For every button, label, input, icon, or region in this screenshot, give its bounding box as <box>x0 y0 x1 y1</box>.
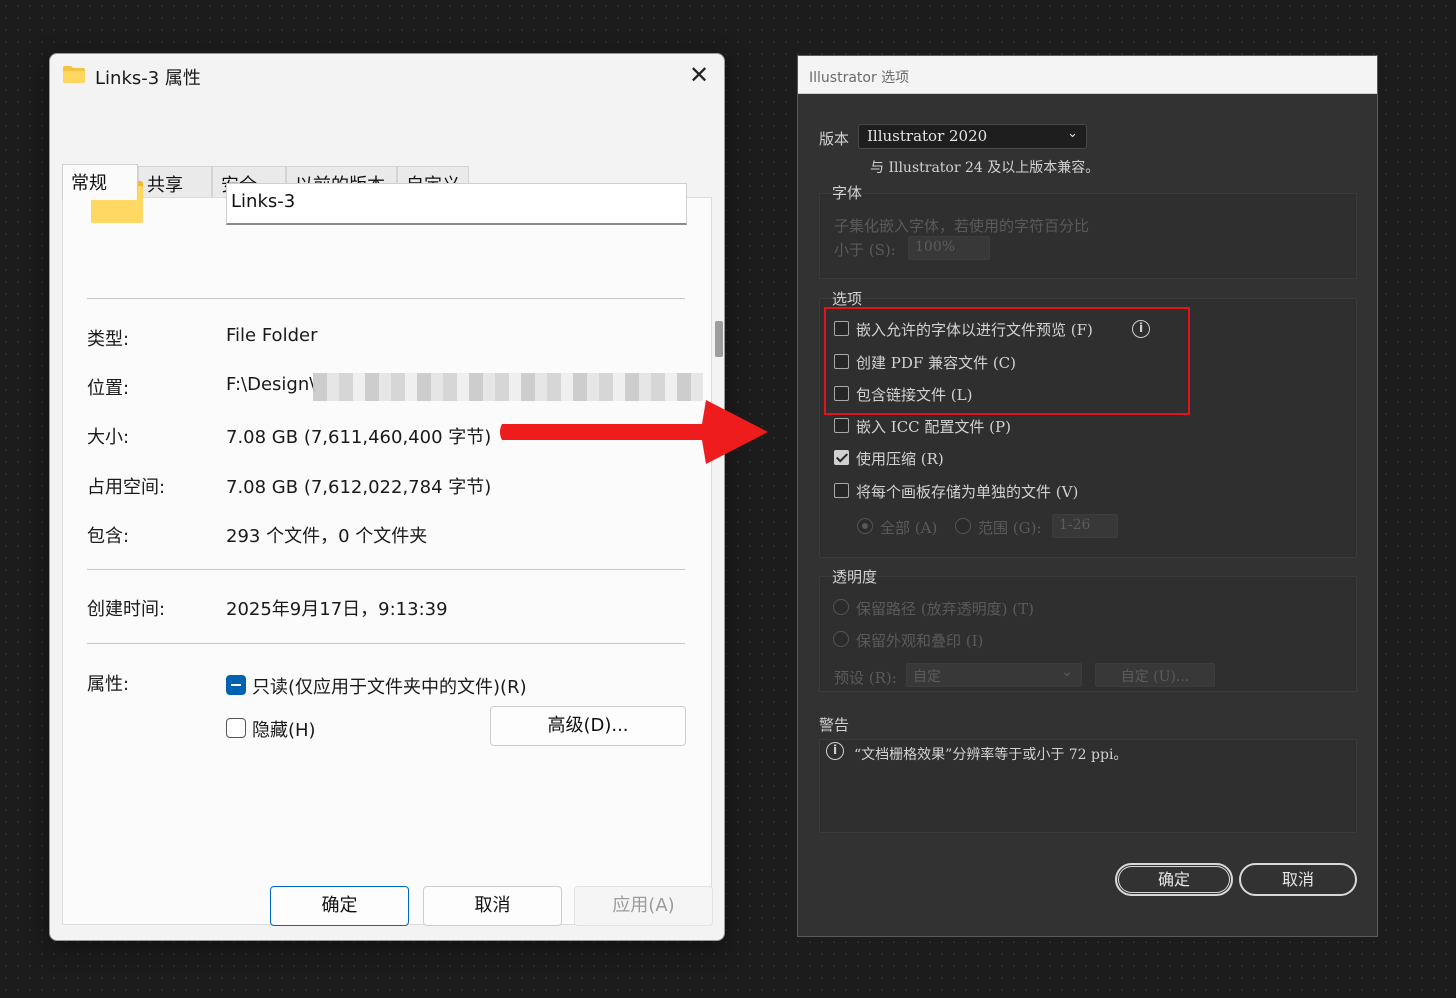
embed-icc-checkbox[interactable] <box>834 418 849 433</box>
advanced-button[interactable]: 高级(D)... <box>490 706 686 746</box>
size-on-disk-label: 占用空间: <box>87 477 166 498</box>
general-panel: 类型: File Folder 位置: F:\Design\ 大小: 7.08 … <box>62 177 712 925</box>
warnings-title: 警告 <box>819 716 850 734</box>
all-artboards-radio[interactable] <box>857 518 873 534</box>
transparency-group-title: 透明度 <box>832 568 878 586</box>
red-arrow-annotation <box>500 400 768 464</box>
range-radio[interactable] <box>955 518 971 534</box>
preserve-paths-label: 保留路径 (放弃透明度) (T) <box>856 600 1034 618</box>
tab-sharing[interactable]: 共享 <box>138 166 212 198</box>
hidden-checkbox[interactable] <box>226 718 246 738</box>
folder-name-input[interactable] <box>226 183 687 225</box>
cancel-button[interactable]: 取消 <box>423 886 562 926</box>
created-value: 2025年9月17日，9:13:39 <box>226 599 448 620</box>
ai-title-bar: Illustrator 选项 <box>798 56 1377 94</box>
highlight-box <box>824 307 1190 415</box>
preserve-appearance-label: 保留外观和叠印 (I) <box>856 632 984 650</box>
contains-value: 293 个文件，0 个文件夹 <box>226 526 428 547</box>
readonly-checkbox[interactable] <box>226 675 246 695</box>
compat-note: 与 Illustrator 24 及以上版本兼容。 <box>870 160 1100 176</box>
font-group <box>819 193 1357 279</box>
type-value: File Folder <box>226 325 318 346</box>
tab-general[interactable]: 常规 <box>62 164 138 200</box>
percent-input[interactable]: 100% <box>908 236 990 260</box>
size-value: 7.08 GB (7,611,460,400 字节) <box>226 427 492 448</box>
embed-icc-label[interactable]: 嵌入 ICC 配置文件 (P) <box>856 416 1011 437</box>
ai-cancel-button[interactable]: 取消 <box>1239 863 1357 896</box>
divider <box>87 643 685 644</box>
save-artboards-checkbox[interactable] <box>834 483 849 498</box>
chevron-down-icon: ⌄ <box>1061 664 1073 680</box>
created-label: 创建时间: <box>87 599 166 620</box>
title-bar: Links-3 属性 ✕ <box>50 54 724 98</box>
warning-info-icon: i <box>826 742 844 760</box>
subset-text: 子集化嵌入字体，若使用的字符百分比 <box>834 217 1090 235</box>
preserve-paths-radio[interactable] <box>833 599 849 615</box>
save-artboards-label[interactable]: 将每个画板存储为单独的文件 (V) <box>856 481 1078 502</box>
version-dropdown[interactable]: Illustrator 2020 ⌄ <box>858 124 1087 149</box>
divider <box>87 569 685 570</box>
folder-properties-dialog: Links-3 属性 ✕ 常规 共享 安全 以前的版本 自定义 类型: File… <box>49 53 725 941</box>
less-than-label: 小于 (S): <box>834 241 896 259</box>
size-on-disk-value: 7.08 GB (7,612,022,784 字节) <box>226 477 492 498</box>
chevron-down-icon: ⌄ <box>1067 126 1078 141</box>
range-input[interactable]: 1-26 <box>1052 514 1118 538</box>
divider <box>87 298 685 299</box>
custom-button[interactable]: 自定 (U)... <box>1095 663 1215 687</box>
close-button[interactable]: ✕ <box>684 60 714 90</box>
preset-dropdown[interactable]: 自定 ⌄ <box>906 663 1082 687</box>
preserve-appearance-radio[interactable] <box>833 631 849 647</box>
use-compression-checkbox[interactable] <box>834 450 849 465</box>
folder-icon <box>63 66 85 83</box>
version-value: Illustrator 2020 <box>867 127 988 145</box>
options-group-title: 选项 <box>832 290 863 308</box>
location-value[interactable]: F:\Design\ <box>226 374 315 395</box>
hidden-label[interactable]: 隐藏(H) <box>252 716 316 742</box>
attributes-label: 属性: <box>87 674 130 695</box>
location-label: 位置: <box>87 378 130 399</box>
all-artboards-label: 全部 (A) <box>880 519 938 537</box>
window-title: Links-3 属性 <box>95 68 201 89</box>
illustrator-options-dialog: Illustrator 选项 版本 Illustrator 2020 ⌄ 与 I… <box>797 55 1378 937</box>
use-compression-label[interactable]: 使用压缩 (R) <box>856 448 944 469</box>
type-label: 类型: <box>87 329 130 350</box>
size-label: 大小: <box>87 427 130 448</box>
apply-button[interactable]: 应用(A) <box>574 886 713 926</box>
preset-value: 自定 <box>913 669 941 685</box>
preset-label: 预设 (R): <box>834 669 897 687</box>
range-label: 范围 (G): <box>978 519 1042 537</box>
scrollbar-thumb[interactable] <box>715 321 723 357</box>
font-group-title: 字体 <box>832 184 863 202</box>
readonly-label[interactable]: 只读(仅应用于文件夹中的文件)(R) <box>252 673 527 699</box>
ai-ok-button[interactable]: 确定 <box>1115 863 1233 896</box>
version-label: 版本 <box>819 130 850 148</box>
warning-message: “文档栅格效果”分辨率等于或小于 72 ppi。 <box>854 747 1128 763</box>
contains-label: 包含: <box>87 526 130 547</box>
ai-window-title: Illustrator 选项 <box>809 70 910 86</box>
ok-button[interactable]: 确定 <box>270 886 409 926</box>
